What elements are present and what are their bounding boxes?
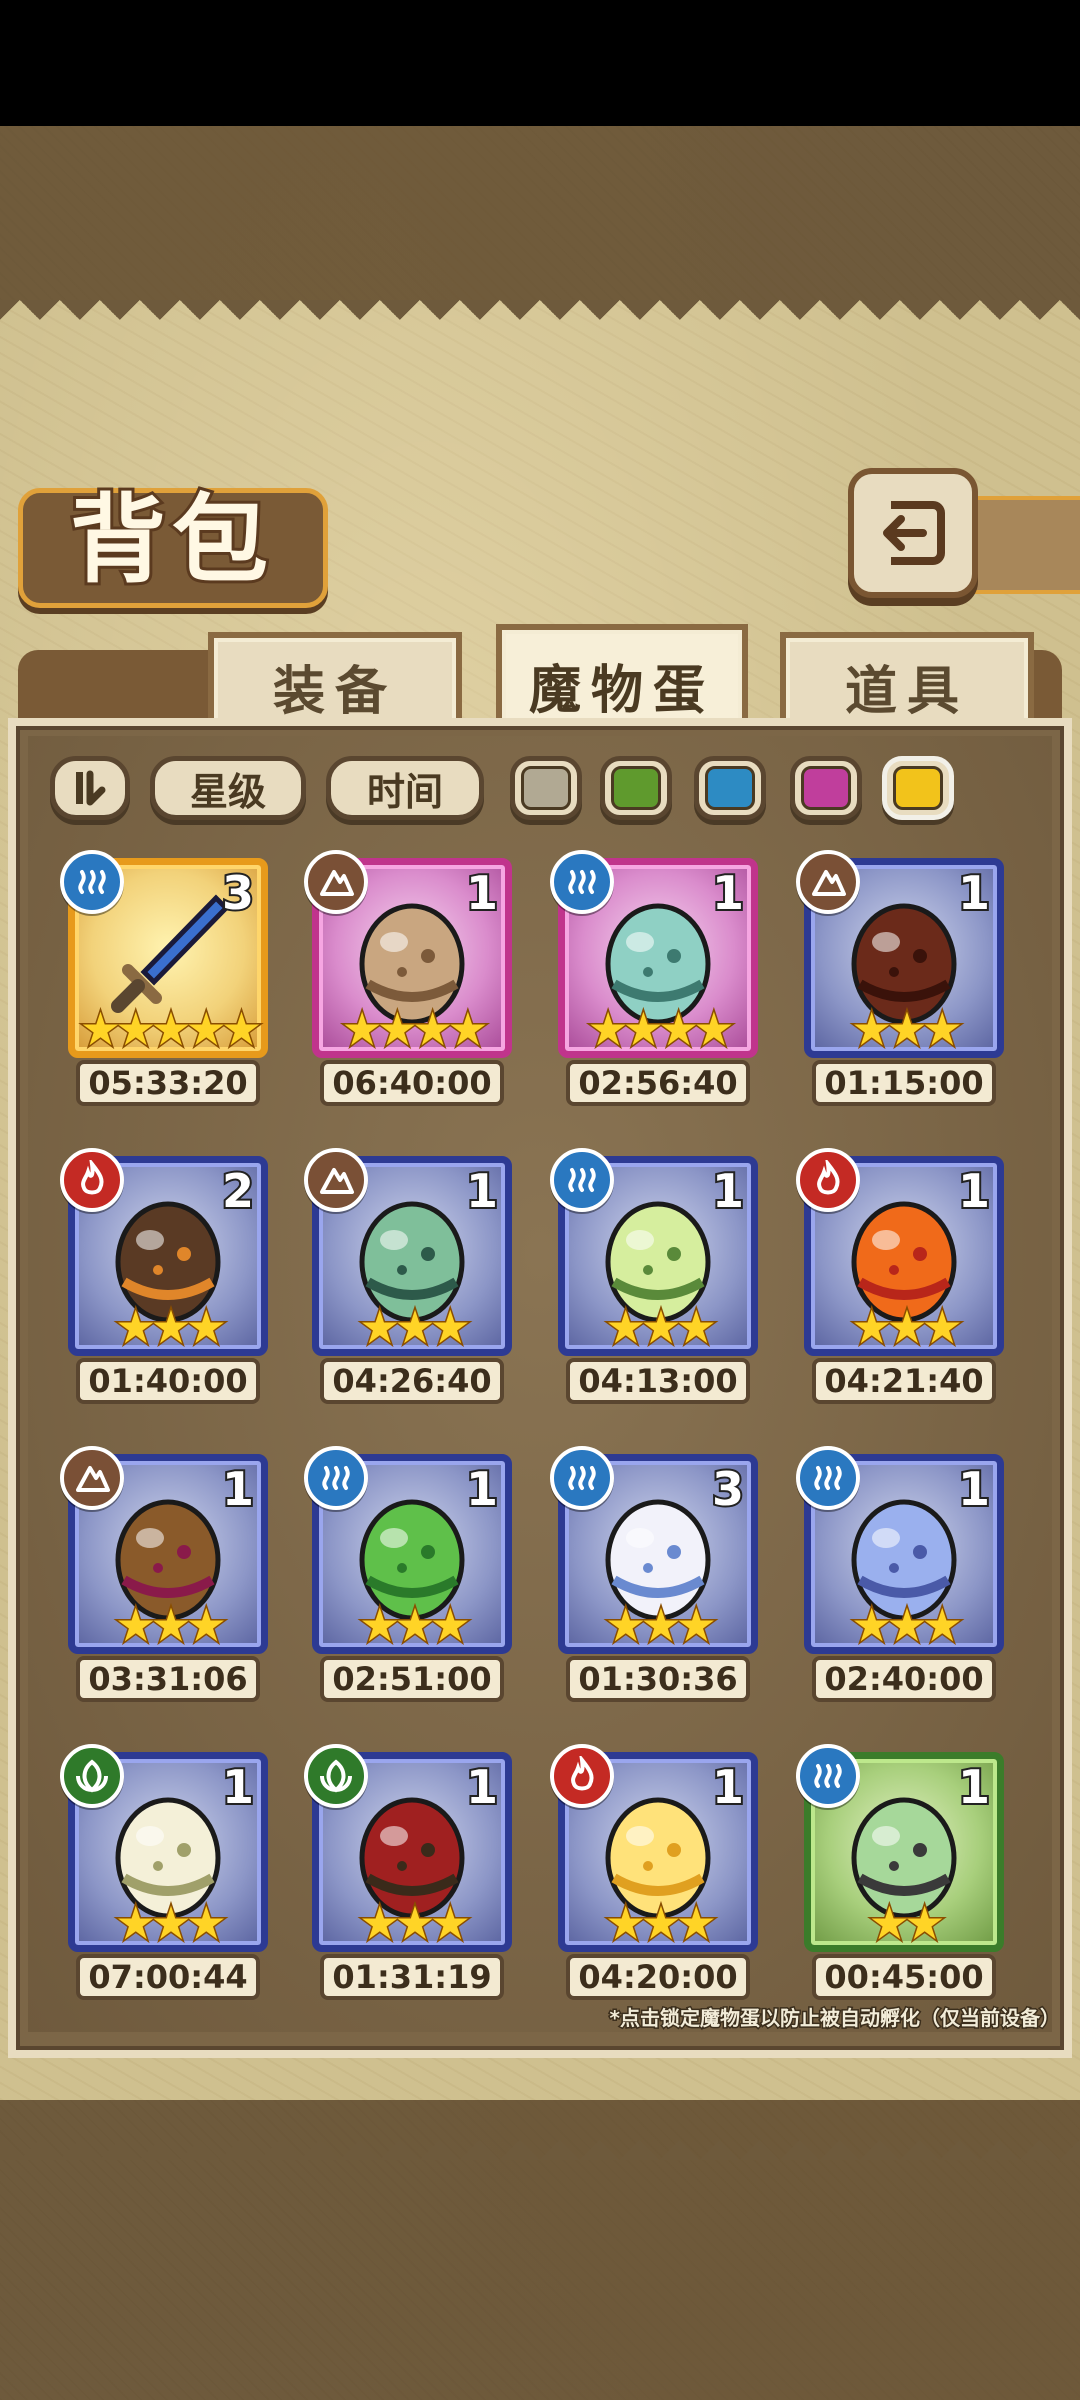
torn-edge-top [0,300,1080,340]
egg-count: 1 [710,864,746,922]
hatch-timer: 04:20:00 [566,1954,750,2000]
grass-element-icon [60,1744,124,1808]
water-element-icon [550,850,614,914]
hatch-timer: 02:40:00 [812,1656,996,1702]
hatch-timer: 00:45:00 [812,1954,996,2000]
star-rating: ★★★ [850,1300,965,1354]
sort-by-star-button[interactable]: 星级 [150,756,306,820]
star-rating: ★★★ [604,1896,719,1950]
filter-yellow-button[interactable] [882,756,954,820]
egg-count: 1 [464,864,500,922]
egg-count: 1 [710,1758,746,1816]
egg-count: 1 [464,1758,500,1816]
grass-element-icon [304,1744,368,1808]
star-rating: ★★★★ [586,1002,736,1056]
water-element-icon [796,1446,860,1510]
water-element-icon [550,1148,614,1212]
back-button[interactable] [848,468,978,598]
lock-hint-text: *点击锁定魔物蛋以防止被自动孵化（仅当前设备） [608,2005,1061,2032]
egg-count: 1 [464,1162,500,1220]
water-element-icon [550,1446,614,1510]
back-ribbon [960,496,1080,594]
hatch-timer: 04:21:40 [812,1358,996,1404]
blue-swatch [705,766,755,810]
gray-swatch [521,766,571,810]
hatch-timer: 02:51:00 [320,1656,504,1702]
fire-element-icon [796,1148,860,1212]
pink-swatch [801,766,851,810]
hatch-timer: 01:40:00 [76,1358,260,1404]
egg-count: 1 [956,1758,992,1816]
earth-element-icon [304,850,368,914]
hatch-timer: 04:13:00 [566,1358,750,1404]
hatch-timer: 06:40:00 [320,1060,504,1106]
filter-green-button[interactable] [600,756,672,820]
egg-count: 1 [220,1758,256,1816]
star-rating: ★★★ [850,1598,965,1652]
star-rating: ★★★ [604,1598,719,1652]
egg-count: 1 [956,864,992,922]
star-rating: ★★★ [114,1896,229,1950]
hatch-timer: 05:33:20 [76,1060,260,1106]
fire-element-icon [60,1148,124,1212]
star-rating: ★★★ [114,1598,229,1652]
filter-pink-button[interactable] [790,756,862,820]
hatch-timer: 01:15:00 [812,1060,996,1106]
star-rating: ★★★ [114,1300,229,1354]
star-rating: ★★★ [850,1002,965,1056]
filter-blue-button[interactable] [694,756,766,820]
filter-gray-button[interactable] [510,756,582,820]
star-rating: ★★ [867,1896,946,1950]
water-element-icon [796,1744,860,1808]
sort-toggle-icon [76,770,106,806]
star-rating: ★★★ [358,1896,473,1950]
page-title: 背包 [67,481,274,599]
star-rating: ★★★★ [340,1002,490,1056]
egg-count: 2 [220,1162,256,1220]
earth-element-icon [796,850,860,914]
water-element-icon [60,850,124,914]
return-arrow-icon [883,501,945,565]
earth-element-icon [60,1446,124,1510]
hatch-timer: 07:00:44 [76,1954,260,2000]
egg-count: 3 [710,1460,746,1518]
water-element-icon [304,1446,368,1510]
egg-count: 1 [464,1460,500,1518]
hatch-timer: 01:30:36 [566,1656,750,1702]
egg-count: 1 [220,1460,256,1518]
egg-count: 1 [956,1460,992,1518]
sort-by-time-button[interactable]: 时间 [326,756,484,820]
egg-count: 3 [220,864,256,922]
sort-order-button[interactable] [50,756,130,820]
hatch-timer: 01:31:19 [320,1954,504,2000]
hatch-timer: 02:56:40 [566,1060,750,1106]
earth-element-icon [304,1148,368,1212]
egg-count: 1 [710,1162,746,1220]
hatch-timer: 03:31:06 [76,1656,260,1702]
yellow-swatch [893,766,943,810]
fire-element-icon [550,1744,614,1808]
status-bar [0,0,1080,126]
hatch-timer: 04:26:40 [320,1358,504,1404]
green-swatch [611,766,661,810]
star-rating: ★★★ [358,1300,473,1354]
star-rating: ★★★★★ [78,1002,263,1056]
torn-edge-bottom [0,2120,1080,2160]
star-rating: ★★★ [358,1598,473,1652]
egg-count: 1 [956,1162,992,1220]
star-rating: ★★★ [604,1300,719,1354]
